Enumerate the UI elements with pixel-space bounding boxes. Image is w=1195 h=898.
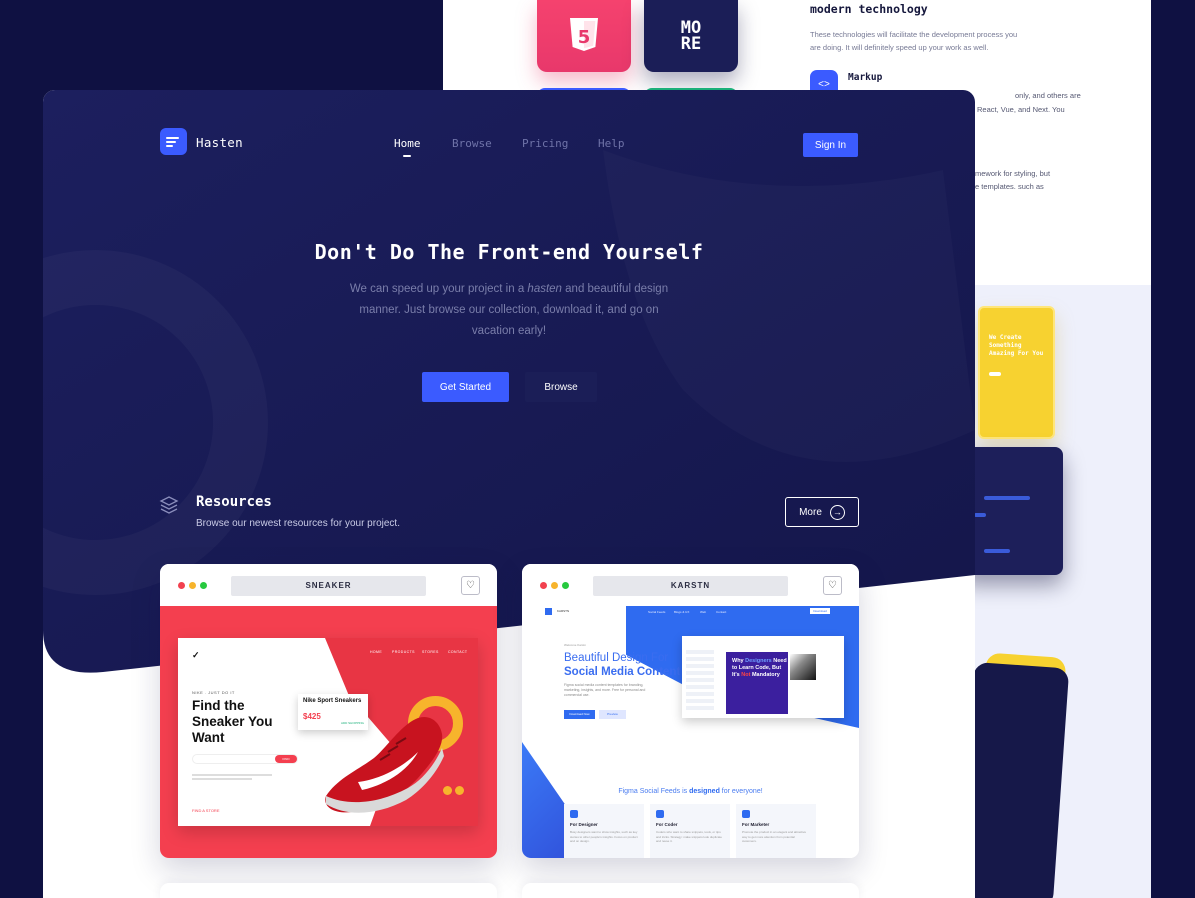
phone-headline: We Create Something Amazing For You — [989, 334, 1044, 357]
window-dots — [540, 582, 569, 589]
tech-section-title: modern technology — [810, 2, 928, 16]
tech-text-3: mework for styling, but — [975, 169, 1051, 178]
sneaker-menu-item: HOME — [370, 650, 383, 654]
brand-name[interactable]: Hasten — [196, 135, 243, 150]
editor-layers — [686, 650, 714, 712]
code-line — [984, 549, 1010, 553]
karstn-feature-col: For Coder Coders who want to share snipp… — [650, 804, 730, 858]
sneaker-preview: ✓ HOME PRODUCTS STORES CONTACT NIKE . JU… — [160, 606, 497, 858]
karstn-download-nav: Download — [810, 608, 830, 614]
karstn-nav-item: Contact — [716, 610, 727, 614]
nav-active-indicator — [403, 155, 411, 157]
tech-text-2: React, Vue, and Next. You — [977, 105, 1065, 114]
karstn-body: Figma social media content templates for… — [564, 683, 646, 697]
phone-button — [989, 372, 1001, 376]
code-line — [984, 496, 1030, 500]
sneaker-menu-item: PRODUCTS — [392, 650, 415, 654]
main-landing-card: Hasten Home Browse Pricing Help Sign In … — [43, 90, 975, 898]
product-price: $425 — [303, 712, 321, 721]
karstn-nav-item: Web — [700, 610, 707, 614]
browser-bar: SNEAKER ♡ — [160, 564, 497, 606]
html5-tile: 5 — [537, 0, 631, 72]
designer-icon — [570, 810, 578, 818]
more-tile-label: MO RE — [680, 18, 702, 54]
sneaker-price-card: Nike Sport Sneakers $425 ADD SHOPPING — [298, 694, 368, 730]
resources-title: Resources — [196, 494, 272, 510]
sneaker-search-button: FIND — [275, 755, 297, 763]
karstn-kicker: Welcome Karstn — [564, 643, 586, 647]
hero-title: Don't Do The Front-end Yourself — [314, 240, 704, 264]
resources-subtitle: Browse our newest resources for your pro… — [196, 518, 400, 529]
karstn-preview: KARSTN Social Feeds Blogs & UX Web Conta… — [522, 606, 859, 858]
karstn-nav-item: Blogs & UX — [674, 610, 690, 614]
karstn-editor-screenshot: Why Designers Need to Learn Code, But It… — [682, 636, 844, 718]
hasten-logo-icon[interactable] — [160, 128, 187, 155]
heart-icon[interactable]: ♡ — [461, 576, 480, 595]
karstn-download-button: Download Now — [564, 710, 595, 719]
sneaker-page-sheet: ✓ HOME PRODUCTS STORES CONTACT NIKE . JU… — [178, 638, 478, 826]
karstn-logo-icon — [545, 608, 552, 615]
dark-code-card — [960, 447, 1063, 575]
add-to-cart-label: ADD SHOPPING — [340, 721, 364, 725]
more-button-label: More — [799, 506, 822, 518]
resource-card-next[interactable] — [160, 883, 497, 898]
feature-title: For Marketer — [742, 822, 770, 827]
karstn-tagline: Figma Social Feeds is designed for every… — [618, 788, 763, 795]
resource-card-next[interactable] — [522, 883, 859, 898]
coder-icon — [656, 810, 664, 818]
nav-help[interactable]: Help — [598, 137, 625, 150]
editor-artboard: Why Designers Need to Learn Code, But It… — [726, 652, 788, 714]
heart-icon[interactable]: ♡ — [823, 576, 842, 595]
color-picker — [790, 654, 816, 680]
feature-desc: Coders who want to share snippets, tools… — [656, 830, 722, 843]
product-name: Nike Sport Sneakers — [303, 698, 362, 704]
markup-label: Markup — [848, 72, 883, 83]
browser-bar: KARSTN ♡ — [522, 564, 859, 606]
artboard-text: Why Designers Need to Learn Code, But It… — [732, 658, 787, 678]
sign-in-button[interactable]: Sign In — [803, 133, 858, 157]
karstn-preview-button: Preview — [599, 710, 626, 719]
browse-button[interactable]: Browse — [525, 372, 597, 402]
hero-subtitle: We can speed up your project in a hasten… — [349, 283, 669, 337]
feature-desc: Promote the product in an elegant and at… — [742, 830, 807, 843]
karstn-feature-col: For Marketer Promote the product in an e… — [736, 804, 816, 858]
more-tile: MO RE — [644, 0, 738, 72]
nav-pricing[interactable]: Pricing — [522, 137, 568, 150]
karstn-brand: KARSTN — [557, 609, 570, 613]
tech-text-4: e templates. such as — [975, 182, 1044, 191]
get-started-button[interactable]: Get Started — [422, 372, 509, 402]
window-dots — [178, 582, 207, 589]
karstn-nav-item: Social Feeds — [648, 610, 666, 614]
more-button[interactable]: More → — [785, 497, 859, 527]
marketer-icon — [742, 810, 750, 818]
resource-card-sneaker[interactable]: SNEAKER ♡ ✓ HOME PRODUCTS STORES CONTACT… — [160, 564, 497, 858]
html5-icon: 5 — [570, 18, 598, 51]
sneaker-menu-item: STORES — [422, 650, 439, 654]
resource-card-karstn[interactable]: KARSTN ♡ KARSTN Social Feeds Blogs & UX … — [522, 564, 859, 858]
code-line — [974, 513, 986, 517]
card-url-label: SNEAKER — [231, 576, 426, 596]
feature-desc: Busy designers want to show insights, su… — [570, 830, 638, 843]
arrow-right-icon: → — [829, 504, 845, 520]
tech-section-description: These technologies will facilitate the d… — [810, 30, 1018, 52]
tech-text-1: only, and others are — [1015, 91, 1081, 100]
card-url-label: KARSTN — [593, 576, 788, 596]
nav-browse[interactable]: Browse — [452, 137, 492, 150]
sneaker-search: FIND — [192, 754, 298, 764]
nike-logo-icon: ✓ — [192, 650, 200, 660]
layers-icon — [159, 496, 179, 514]
nav-home[interactable]: Home — [394, 137, 421, 150]
yellow-phone-mockup: We Create Something Amazing For You — [978, 306, 1055, 439]
sneaker-location: FIND A STORE — [192, 808, 220, 813]
feature-title: For Designer — [570, 822, 598, 827]
sneaker-headline: Find the Sneaker You Want — [192, 698, 273, 745]
sneaker-text-lines — [192, 774, 272, 784]
karstn-headline: Beautiful Design For Social Media Content — [564, 652, 681, 678]
sneaker-menu-item: CONTACT — [448, 650, 468, 654]
slider-arrows — [443, 786, 464, 795]
karstn-feature-col: For Designer Busy designers want to show… — [564, 804, 644, 858]
svg-text:5: 5 — [578, 27, 591, 48]
sneaker-kicker: NIKE . JUST DO IT — [192, 690, 235, 695]
feature-title: For Coder — [656, 822, 678, 827]
